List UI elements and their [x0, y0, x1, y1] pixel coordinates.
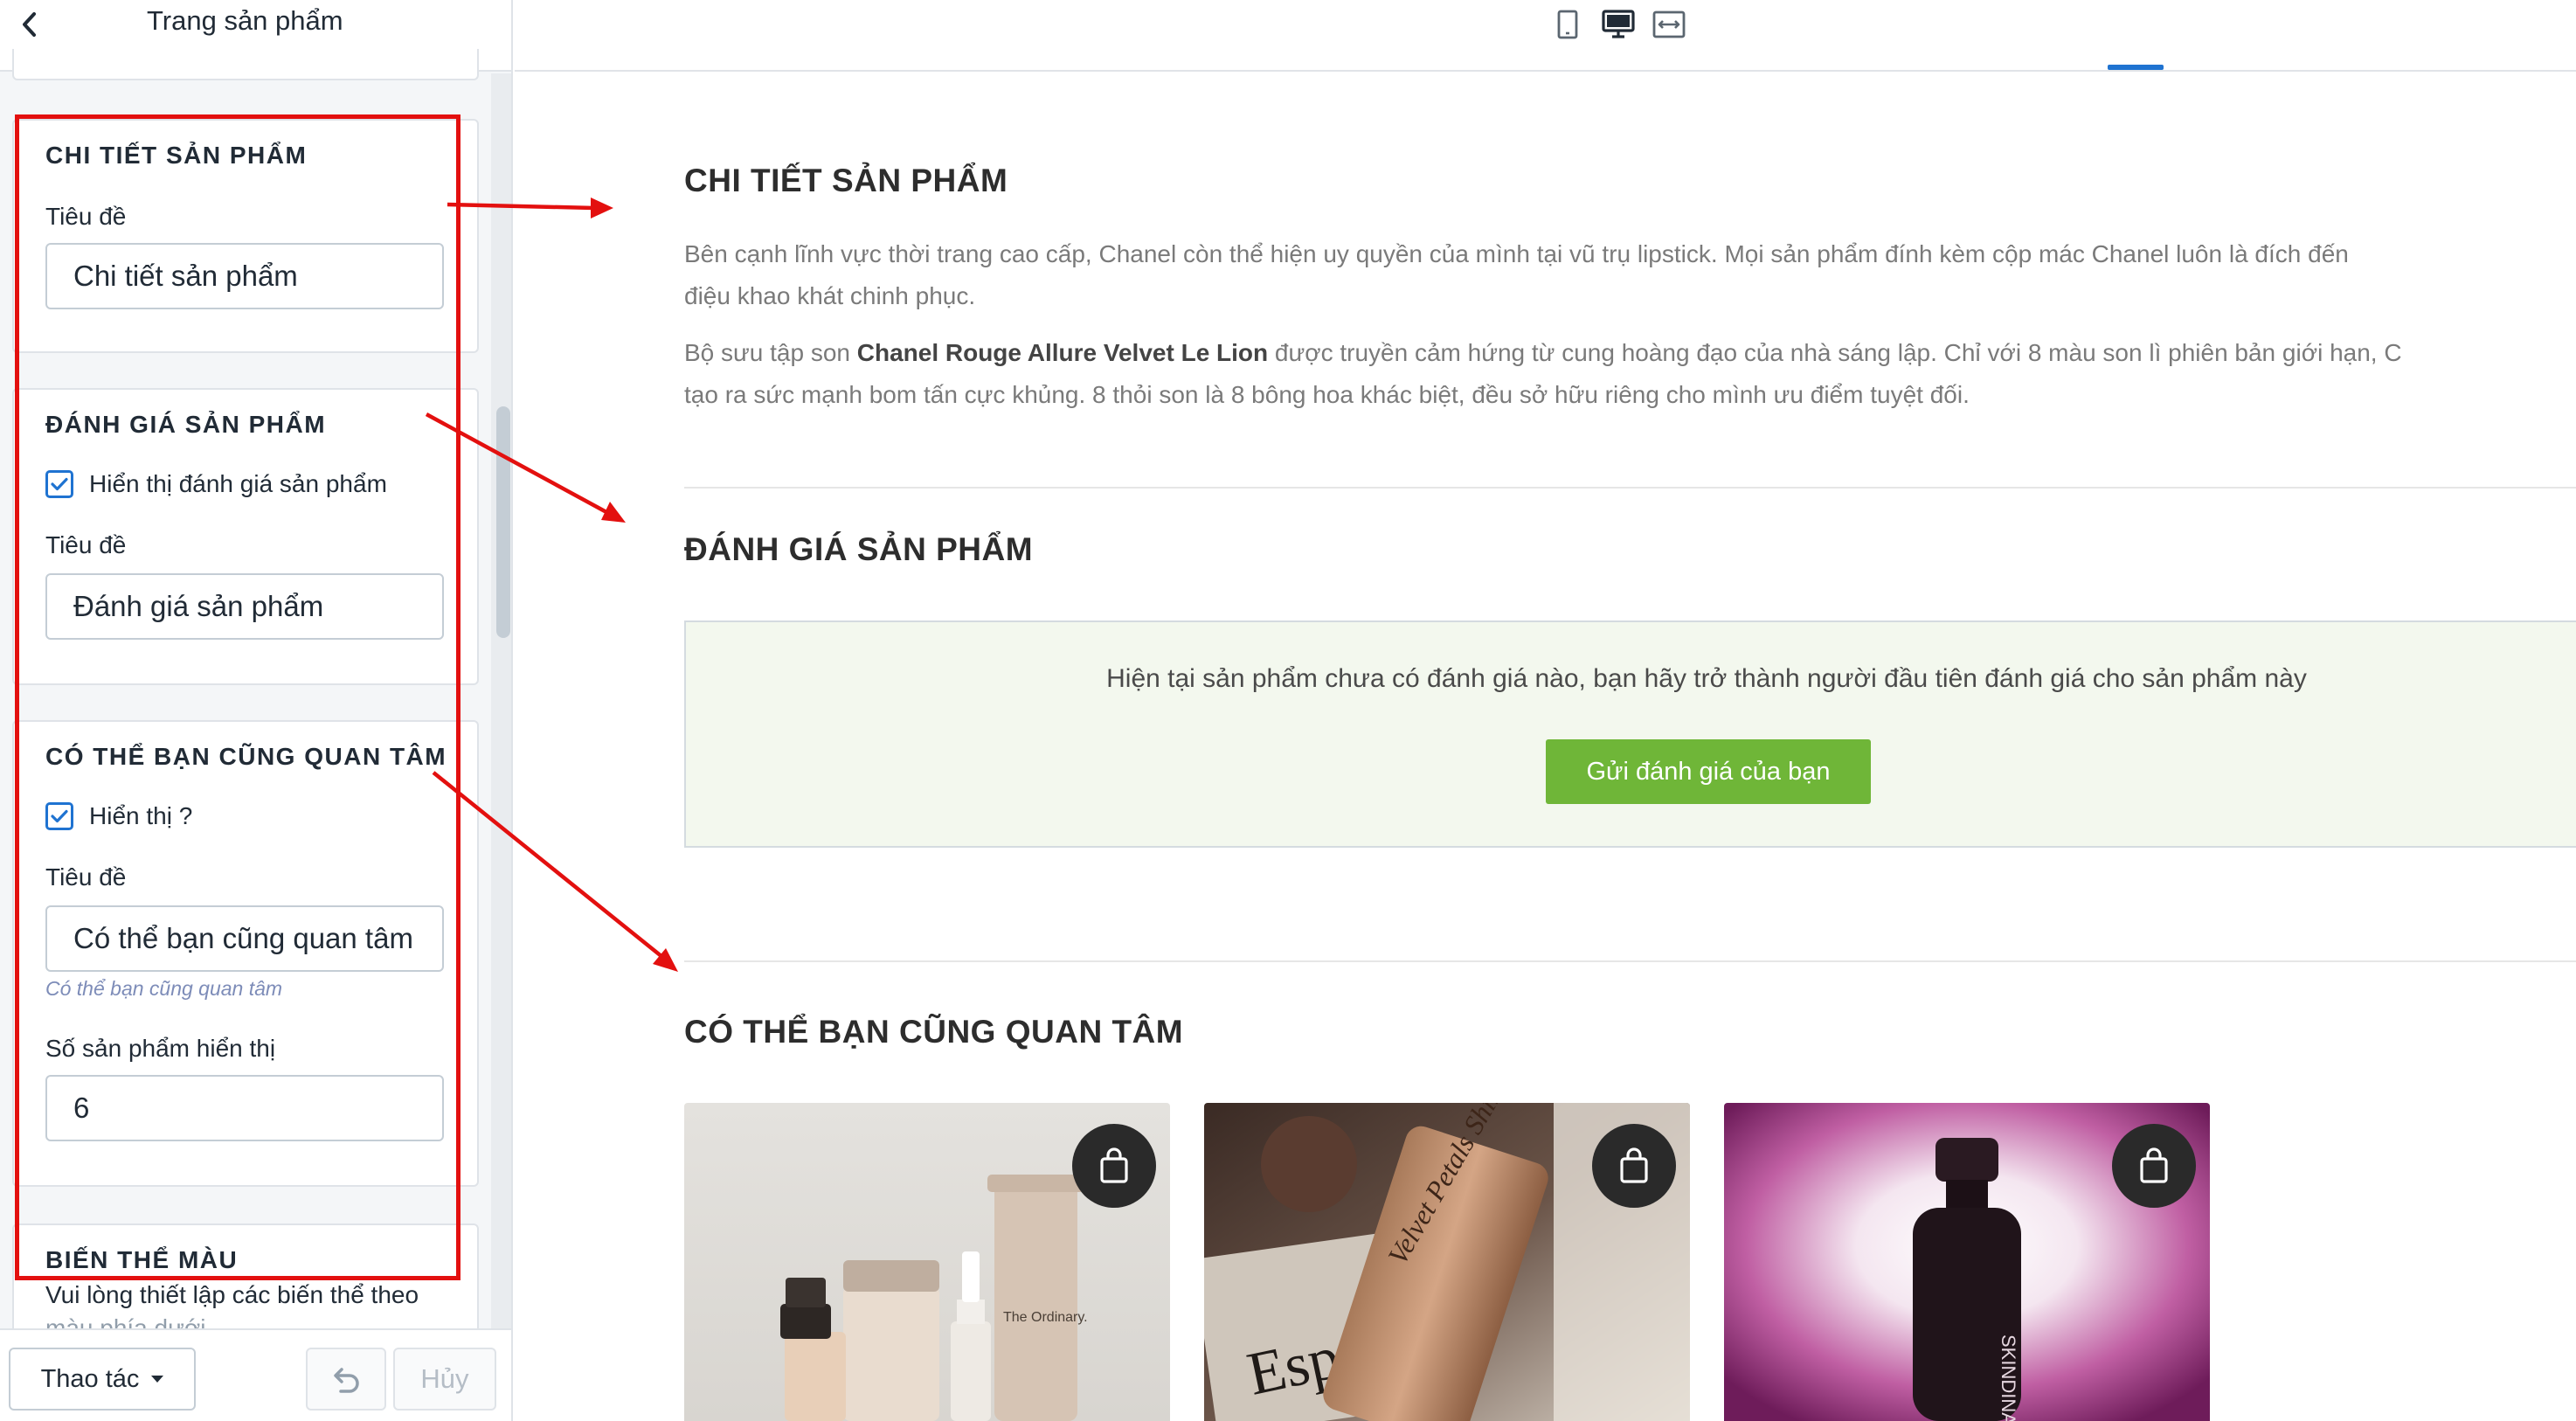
- preview-details-para2-suffix: được truyền cảm hứng từ cung hoàng đạo c…: [1268, 339, 2402, 366]
- section-divider: [684, 960, 2576, 962]
- submit-review-button[interactable]: Gửi đánh giá của bạn: [1546, 739, 1871, 804]
- sidebar-scrollbar-thumb[interactable]: [496, 406, 510, 638]
- annotation-arrow-head: [653, 948, 678, 972]
- add-to-cart-button[interactable]: [2112, 1124, 2196, 1208]
- related-product-card[interactable]: The Ordinary.: [684, 1103, 1170, 1421]
- back-button[interactable]: [12, 7, 47, 42]
- mobile-icon: [1557, 10, 1578, 39]
- active-device-indicator: [2108, 65, 2164, 70]
- preview-details-product-name: Chanel Rouge Allure Velvet Le Lion: [856, 339, 1269, 366]
- skindinavia-brand-text: SKINDINA: [1998, 1334, 2019, 1421]
- cancel-button[interactable]: Hủy: [393, 1348, 496, 1411]
- preview-details-para1-line1: Bên cạnh lĩnh vực thời trang cao cấp, Ch…: [684, 240, 2349, 267]
- sidebar-footer: Thao tác Hủy: [0, 1328, 511, 1421]
- add-to-cart-button[interactable]: [1072, 1124, 1156, 1208]
- undo-icon: [334, 1368, 359, 1393]
- settings-sidebar: Trang sản phẩm CHI TIẾT SẢN PHẨM Tiêu đề…: [0, 0, 513, 1421]
- mobile-view-button[interactable]: [1550, 7, 1585, 42]
- section-divider: [684, 487, 2576, 489]
- preview-details-heading: CHI TIẾT SẢN PHẨM: [684, 163, 1008, 198]
- actions-dropdown-button[interactable]: Thao tác: [9, 1348, 196, 1411]
- chevron-left-icon: [23, 12, 36, 37]
- annotation-arrow-head: [591, 198, 613, 218]
- preview-reviews-heading: ĐÁNH GIÁ SẢN PHẨM: [684, 531, 1034, 567]
- related-product-card[interactable]: Esprit Velvet Petals Shimmer: [1204, 1103, 1690, 1421]
- related-product-card[interactable]: SKINDINA: [1724, 1103, 2210, 1421]
- sidebar-title: Trang sản phẩm: [147, 5, 343, 36]
- desktop-icon: [1602, 10, 1635, 38]
- annotation-highlight-box: [15, 114, 460, 1280]
- shopping-bag-icon: [1620, 1147, 1648, 1183]
- annotation-arrow-head: [601, 502, 626, 523]
- actions-label: Thao tác: [40, 1364, 140, 1393]
- add-to-cart-button[interactable]: [1592, 1124, 1676, 1208]
- preview-details-para1-line2: điệu khao khát chinh phục.: [684, 282, 976, 309]
- review-empty-box: Hiện tại sản phẩm chưa có đánh giá nào, …: [684, 620, 2576, 848]
- undo-button[interactable]: [306, 1348, 386, 1411]
- preview-details-paragraph-2: Bộ sưu tập son Chanel Rouge Allure Velve…: [684, 332, 2554, 416]
- preview-related-heading: CÓ THỂ BẠN CŨNG QUAN TÂM: [684, 1014, 1184, 1050]
- full-width-view-button[interactable]: [1652, 7, 1686, 42]
- full-width-icon: [1652, 10, 1686, 38]
- ordinary-label-text: The Ordinary.: [1003, 1310, 1088, 1325]
- review-empty-text: Hiện tại sản phẩm chưa có đánh giá nào, …: [1106, 664, 2307, 693]
- sidebar-scrollbar-track[interactable]: [491, 73, 511, 1332]
- shopping-bag-icon: [1100, 1147, 1128, 1183]
- shopping-bag-icon: [2140, 1147, 2168, 1183]
- preview-details-para2-line2: tạo ra sức mạnh bom tấn cực khủng. 8 thỏ…: [684, 381, 1970, 408]
- previous-panel-edge: [12, 49, 479, 80]
- color-variants-description: Vui lòng thiết lập các biến thể theo: [45, 1281, 419, 1308]
- caret-down-icon: [151, 1376, 164, 1383]
- desktop-view-button[interactable]: [1601, 7, 1636, 42]
- preview-details-paragraph-1: Bên cạnh lĩnh vực thời trang cao cấp, Ch…: [684, 233, 2554, 317]
- preview-details-para2-prefix: Bộ sưu tập son: [684, 339, 857, 366]
- device-toolbar: [515, 0, 2576, 72]
